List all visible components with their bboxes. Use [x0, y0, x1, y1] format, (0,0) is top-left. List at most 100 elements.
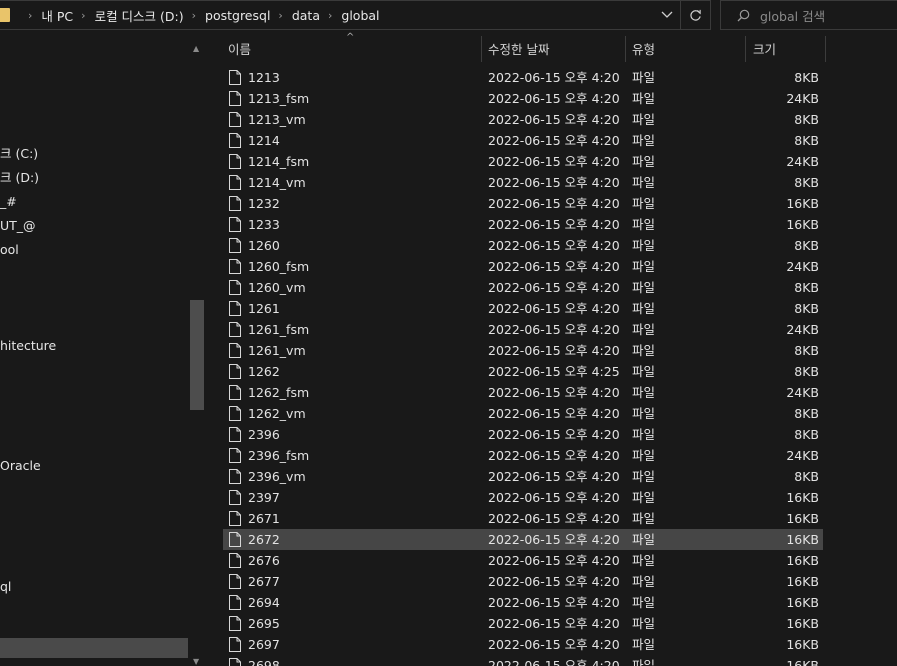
file-date: 2022-06-15 오후 4:20	[488, 553, 620, 568]
file-date: 2022-06-15 오후 4:20	[488, 385, 620, 400]
file-row[interactable]: 1262_vm 2022-06-15 오후 4:20 파일 8KB	[223, 403, 823, 424]
file-date: 2022-06-15 오후 4:20	[488, 238, 620, 253]
file-date: 2022-06-15 오후 4:20	[488, 112, 620, 127]
breadcrumb: › 내 PC › 로컬 디스크 (D:) › postgresql › data › global	[20, 6, 380, 25]
nav-item[interactable]: ool	[0, 240, 19, 260]
file-icon	[229, 259, 241, 274]
file-row[interactable]: 1261 2022-06-15 오후 4:20 파일 8KB	[223, 298, 823, 319]
scroll-down-icon[interactable]: ▼	[193, 657, 199, 666]
nav-item[interactable]	[0, 638, 188, 658]
file-icon	[229, 364, 241, 379]
nav-item[interactable]: hitecture	[0, 336, 56, 356]
top-bar: › 내 PC › 로컬 디스크 (D:) › postgresql › data › global…	[0, 0, 897, 32]
file-date: 2022-06-15 오후 4:25	[488, 364, 620, 379]
file-name: 1213_fsm	[248, 91, 310, 106]
scroll-up-icon[interactable]: ▲	[193, 44, 199, 53]
file-row[interactable]: 2697 2022-06-15 오후 4:20 파일 16KB	[223, 634, 823, 655]
file-row[interactable]: 1214_fsm 2022-06-15 오후 4:20 파일 24KB	[223, 151, 823, 172]
file-row[interactable]: 2694 2022-06-15 오후 4:20 파일 16KB	[223, 592, 823, 613]
file-name: 1262	[248, 364, 280, 379]
file-row[interactable]: 2671 2022-06-15 오후 4:20 파일 16KB	[223, 508, 823, 529]
nav-scrollbar-thumb[interactable]	[190, 300, 204, 410]
chevron-down-icon[interactable]	[654, 1, 680, 29]
column-divider[interactable]	[745, 36, 746, 62]
chevron-right-icon[interactable]: ›	[328, 9, 332, 22]
file-row[interactable]: 2676 2022-06-15 오후 4:20 파일 16KB	[223, 550, 823, 571]
refresh-icon[interactable]	[680, 1, 710, 29]
file-row[interactable]: 2397 2022-06-15 오후 4:20 파일 16KB	[223, 487, 823, 508]
chevron-right-icon[interactable]: ›	[81, 9, 85, 22]
column-divider[interactable]	[481, 36, 482, 62]
file-row[interactable]: 2672 2022-06-15 오후 4:20 파일 16KB	[223, 529, 823, 550]
file-row[interactable]: 1214 2022-06-15 오후 4:20 파일 8KB	[223, 130, 823, 151]
file-type: 파일	[632, 301, 656, 316]
file-row[interactable]: 1262 2022-06-15 오후 4:25 파일 8KB	[223, 361, 823, 382]
file-row[interactable]: 1213_vm 2022-06-15 오후 4:20 파일 8KB	[223, 109, 823, 130]
file-name: 1213	[248, 70, 280, 85]
file-row[interactable]: 2396_fsm 2022-06-15 오후 4:20 파일 24KB	[223, 445, 823, 466]
nav-item[interactable]: UT_@	[0, 216, 36, 236]
column-header-name[interactable]: 이름	[228, 32, 251, 64]
search-input[interactable]: global 검색	[760, 6, 825, 25]
search-box[interactable]: global 검색	[720, 0, 897, 30]
file-icon	[229, 322, 241, 337]
file-row[interactable]: 2698 2022-06-15 오후 4:20 파일 16KB	[223, 655, 823, 666]
file-size: 8KB	[794, 364, 819, 379]
file-row[interactable]: 1260_vm 2022-06-15 오후 4:20 파일 8KB	[223, 277, 823, 298]
chevron-right-icon[interactable]: ›	[278, 9, 282, 22]
column-header-date[interactable]: 수정한 날짜	[488, 32, 549, 64]
file-size: 24KB	[786, 448, 819, 463]
file-type: 파일	[632, 490, 656, 505]
nav-item[interactable]: 크 (C:)	[0, 144, 38, 164]
file-row[interactable]: 1233 2022-06-15 오후 4:20 파일 16KB	[223, 214, 823, 235]
file-row[interactable]: 2695 2022-06-15 오후 4:20 파일 16KB	[223, 613, 823, 634]
file-row[interactable]: 2396_vm 2022-06-15 오후 4:20 파일 8KB	[223, 466, 823, 487]
nav-item[interactable]: _#	[0, 192, 17, 212]
column-divider[interactable]	[825, 36, 826, 62]
file-icon	[229, 637, 241, 652]
nav-item[interactable]: Oracle	[0, 456, 41, 476]
file-row[interactable]: 1262_fsm 2022-06-15 오후 4:20 파일 24KB	[223, 382, 823, 403]
file-icon	[229, 175, 241, 190]
nav-item[interactable]: 크 (D:)	[0, 168, 39, 188]
file-row[interactable]: 1261_vm 2022-06-15 오후 4:20 파일 8KB	[223, 340, 823, 361]
address-bar[interactable]: › 내 PC › 로컬 디스크 (D:) › postgresql › data › global	[0, 0, 711, 30]
file-date: 2022-06-15 오후 4:20	[488, 259, 620, 274]
file-row[interactable]: 2677 2022-06-15 오후 4:20 파일 16KB	[223, 571, 823, 592]
nav-scrollbar[interactable]: ▲ ▼	[190, 42, 204, 666]
file-icon	[229, 70, 241, 85]
file-date: 2022-06-15 오후 4:20	[488, 616, 620, 631]
breadcrumb-item[interactable]: 로컬 디스크 (D:)	[95, 6, 184, 25]
file-type: 파일	[632, 343, 656, 358]
file-type: 파일	[632, 616, 656, 631]
file-icon	[229, 301, 241, 316]
file-row[interactable]: 1232 2022-06-15 오후 4:20 파일 16KB	[223, 193, 823, 214]
nav-item[interactable]: ql	[0, 577, 11, 597]
file-row[interactable]: 1260 2022-06-15 오후 4:20 파일 8KB	[223, 235, 823, 256]
file-icon	[229, 427, 241, 442]
file-date: 2022-06-15 오후 4:20	[488, 574, 620, 589]
breadcrumb-item[interactable]: postgresql	[205, 8, 270, 23]
column-header-size[interactable]: 크기	[753, 32, 776, 64]
file-name: 1233	[248, 217, 280, 232]
file-size: 16KB	[786, 553, 819, 568]
file-size: 24KB	[786, 322, 819, 337]
file-row[interactable]: 2396 2022-06-15 오후 4:20 파일 8KB	[223, 424, 823, 445]
file-row[interactable]: 1214_vm 2022-06-15 오후 4:20 파일 8KB	[223, 172, 823, 193]
column-header-type[interactable]: 유형	[632, 32, 655, 64]
file-type: 파일	[632, 133, 656, 148]
breadcrumb-item[interactable]: data	[292, 8, 320, 23]
breadcrumb-item[interactable]: global	[341, 8, 379, 23]
file-name: 2698	[248, 658, 280, 666]
file-icon	[229, 343, 241, 358]
file-size: 16KB	[786, 616, 819, 631]
file-type: 파일	[632, 427, 656, 442]
chevron-right-icon[interactable]: ›	[28, 9, 32, 22]
file-row[interactable]: 1260_fsm 2022-06-15 오후 4:20 파일 24KB	[223, 256, 823, 277]
file-row[interactable]: 1261_fsm 2022-06-15 오후 4:20 파일 24KB	[223, 319, 823, 340]
file-row[interactable]: 1213 2022-06-15 오후 4:20 파일 8KB	[223, 67, 823, 88]
file-row[interactable]: 1213_fsm 2022-06-15 오후 4:20 파일 24KB	[223, 88, 823, 109]
breadcrumb-item[interactable]: 내 PC	[41, 6, 73, 25]
column-divider[interactable]	[625, 36, 626, 62]
chevron-right-icon[interactable]: ›	[192, 9, 196, 22]
